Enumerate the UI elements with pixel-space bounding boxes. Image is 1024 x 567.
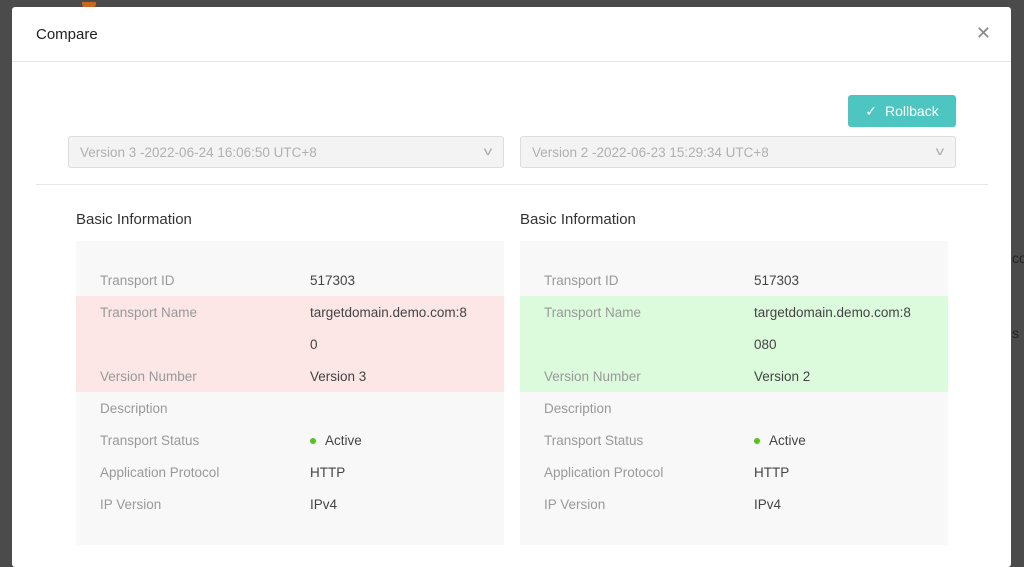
info-row: Application Protocol HTTP <box>520 456 948 488</box>
chevron-down-icon: v <box>935 144 945 158</box>
row-value: IPv4 <box>310 496 338 512</box>
rollback-label: Rollback <box>885 103 939 119</box>
row-value: targetdomain.demo.com:8 <box>310 304 467 320</box>
background-text: s <box>1012 325 1019 341</box>
row-value: Version 3 <box>310 368 367 384</box>
left-section-title: Basic Information <box>76 211 192 228</box>
check-icon: ✓ <box>865 102 878 119</box>
row-label: IP Version <box>544 496 606 512</box>
info-row: IP Version IPv4 <box>520 488 948 520</box>
row-label: Transport Name <box>100 304 198 320</box>
row-value: 517303 <box>754 272 800 288</box>
status-text: Active <box>325 432 362 448</box>
info-row: Transport ID 517303 <box>520 264 948 296</box>
info-row: 0 <box>76 328 504 360</box>
row-value: IPv4 <box>754 496 782 512</box>
right-select-value: Version 2 -2022-06-23 15:29:34 UTC+8 <box>532 144 769 160</box>
row-value: 080 <box>754 336 777 352</box>
row-value: 517303 <box>310 272 356 288</box>
info-row: Transport Name targetdomain.demo.com:8 <box>520 296 948 328</box>
right-info-panel: Transport ID 517303 Transport Name targetdo… <box>520 241 948 545</box>
row-value: Active <box>310 433 362 448</box>
modal-header: Compare <box>12 7 1011 62</box>
background-text: co <box>1012 250 1024 266</box>
row-label: Transport Status <box>544 432 644 448</box>
info-row: Transport Name targetdomain.demo.com:8 <box>76 296 504 328</box>
row-label: Version Number <box>100 368 197 384</box>
info-row: Version Number Version 2 <box>520 360 948 392</box>
info-row: Description <box>76 392 504 424</box>
info-row: Transport Status Active <box>520 424 948 456</box>
row-value: HTTP <box>754 464 790 480</box>
row-label: Description <box>544 400 612 416</box>
info-row: Transport Status Active <box>76 424 504 456</box>
left-version-select[interactable]: Version 3 -2022-06-24 16:06:50 UTC+8 v <box>68 136 504 168</box>
row-label: Description <box>100 400 168 416</box>
chevron-down-icon: v <box>483 144 493 158</box>
row-label: Transport Name <box>544 304 642 320</box>
row-label: Transport ID <box>100 272 175 288</box>
close-icon[interactable]: ✕ <box>976 23 991 44</box>
status-text: Active <box>769 432 806 448</box>
row-value: HTTP <box>310 464 346 480</box>
row-value: 0 <box>310 336 318 352</box>
compare-modal: Compare ✕ ✓ Rollback Version 3 -2022-06-2… <box>12 7 1011 567</box>
row-label: Application Protocol <box>544 464 664 480</box>
right-section-title: Basic Information <box>520 211 636 228</box>
row-value: Version 2 <box>754 368 811 384</box>
row-label: Transport ID <box>544 272 619 288</box>
row-label: Transport Status <box>100 432 200 448</box>
info-row: 080 <box>520 328 948 360</box>
row-value: Active <box>754 433 806 448</box>
info-row: Application Protocol HTTP <box>76 456 504 488</box>
row-label: Version Number <box>544 368 641 384</box>
info-row: Description <box>520 392 948 424</box>
info-row: IP Version IPv4 <box>76 488 504 520</box>
info-row: Version Number Version 3 <box>76 360 504 392</box>
right-version-select[interactable]: Version 2 -2022-06-23 15:29:34 UTC+8 v <box>520 136 956 168</box>
status-dot-icon <box>754 437 760 444</box>
row-value: targetdomain.demo.com:8 <box>754 304 911 320</box>
left-info-panel: Transport ID 517303 Transport Name targetdo… <box>76 241 504 545</box>
row-label: Application Protocol <box>100 464 220 480</box>
divider <box>36 184 988 185</box>
info-row: Transport ID 517303 <box>76 264 504 296</box>
modal-title: Compare <box>36 25 98 43</box>
left-select-value: Version 3 -2022-06-24 16:06:50 UTC+8 <box>80 144 317 160</box>
rollback-button[interactable]: ✓ Rollback <box>848 95 956 127</box>
status-dot-icon <box>310 437 316 444</box>
row-label: IP Version <box>100 496 162 512</box>
